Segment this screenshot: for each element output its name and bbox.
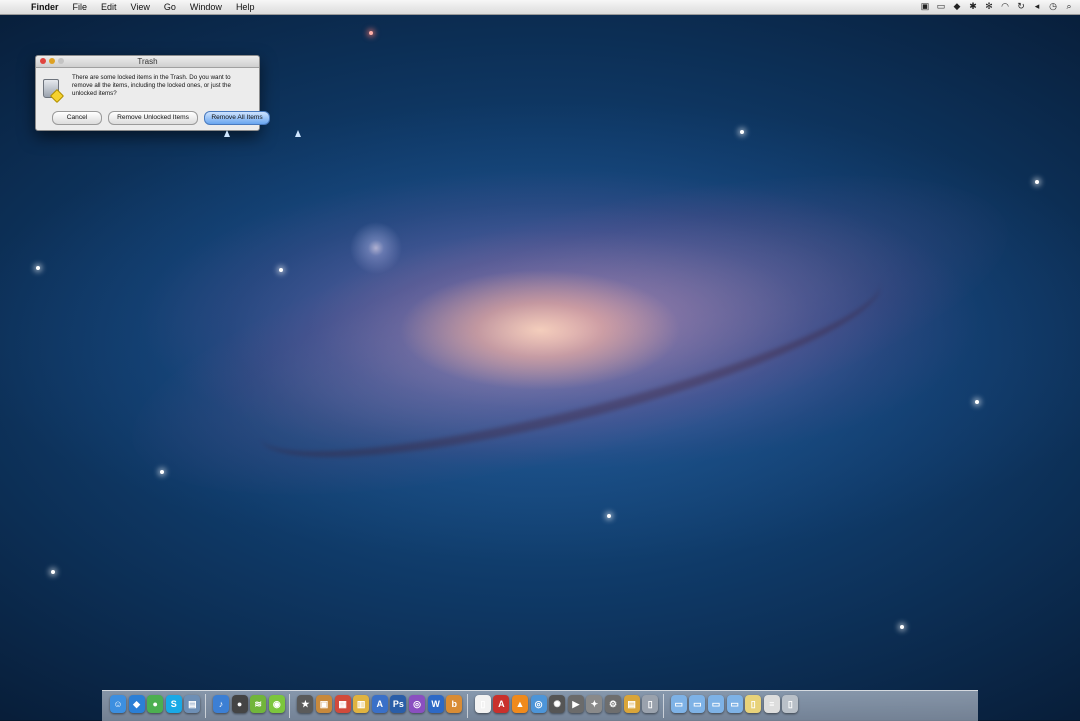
- mouse-cursor: [295, 130, 301, 137]
- pages-icon[interactable]: ▯: [474, 695, 491, 713]
- volume-icon[interactable]: ◂: [1032, 1, 1042, 11]
- vlc-icon[interactable]: ▲: [512, 695, 528, 713]
- facetime-icon[interactable]: ▶: [567, 695, 584, 713]
- menu-bar: Finder File Edit View Go Window Help ▣ ▭…: [0, 0, 1080, 15]
- window-controls: [40, 58, 64, 64]
- downloads-folder-icon[interactable]: ▭: [708, 695, 724, 713]
- dropbox-icon[interactable]: ◆: [952, 1, 962, 11]
- status-menu-area: ▣ ▭ ◆ ✱ ✻ ◠ ↻ ◂ ◷ ⌕: [920, 1, 1074, 11]
- utility-icon[interactable]: ⚙: [605, 695, 621, 713]
- spotify-icon[interactable]: ≋: [250, 695, 267, 713]
- archive-icon[interactable]: ▯: [745, 695, 762, 713]
- airplay-icon[interactable]: ▭: [936, 1, 946, 11]
- menu-window[interactable]: Window: [183, 2, 229, 12]
- dock-separator: [205, 694, 206, 718]
- minimize-button[interactable]: [49, 58, 55, 64]
- trash-icon: [43, 79, 65, 104]
- dialog-title: Trash: [137, 57, 158, 66]
- star: [36, 266, 40, 270]
- dropbox-icon[interactable]: ◆: [128, 695, 145, 713]
- documents-folder-icon[interactable]: ▭: [689, 695, 706, 713]
- word-icon[interactable]: W: [427, 695, 444, 713]
- zoom-button[interactable]: [58, 58, 64, 64]
- remove-all-items-button[interactable]: Remove All Items: [204, 111, 270, 125]
- acrobat-icon[interactable]: A: [493, 695, 510, 713]
- star: [975, 400, 979, 404]
- itunes-icon[interactable]: ♪: [213, 695, 229, 713]
- star: [900, 625, 904, 629]
- desktop-folder-icon[interactable]: ▭: [726, 695, 743, 713]
- applications-folder-icon[interactable]: ▭: [670, 695, 687, 713]
- iphoto-icon[interactable]: ▣: [316, 695, 332, 713]
- dvd-player-icon[interactable]: ✺: [549, 695, 566, 713]
- menu-go[interactable]: Go: [157, 2, 183, 12]
- automator-icon[interactable]: ✦: [586, 695, 603, 713]
- star: [369, 31, 373, 35]
- dock: ☺ ◆ ● S ▤ ♪ ● ≋ ◉ ★ ▣ ▦ ▥ A Ps ◎ Wb ▯ A ▲ ◎ ✺ ▶ ✦ ⚙ ▤ ▯ ▭ ▭ ▭ ▭ ▯ ≡ ▯: [102, 690, 978, 721]
- photo-booth-icon[interactable]: ▦: [334, 695, 351, 713]
- menu-edit[interactable]: Edit: [94, 2, 124, 12]
- safari-icon[interactable]: ◎: [530, 695, 547, 713]
- notes-icon[interactable]: ▥: [353, 695, 370, 713]
- search-icon[interactable]: ⌕: [1064, 1, 1074, 11]
- app-store-icon[interactable]: A: [371, 695, 388, 713]
- trash-dialog: Trash There are some locked items in the…: [35, 55, 270, 131]
- cancel-button[interactable]: Cancel: [52, 111, 102, 125]
- mirror-icon[interactable]: b: [446, 695, 463, 713]
- photoshop-icon[interactable]: Ps: [390, 695, 407, 713]
- mouse-cursor: [224, 130, 230, 137]
- star: [607, 514, 611, 518]
- dashboard-icon[interactable]: ◎: [409, 695, 425, 713]
- remove-unlocked-items-button[interactable]: Remove Unlocked Items: [108, 111, 198, 125]
- star: [1035, 180, 1039, 184]
- preview-icon[interactable]: ▤: [184, 695, 201, 713]
- star: [740, 130, 744, 134]
- bluetooth-icon[interactable]: ✻: [984, 1, 994, 11]
- menu-help[interactable]: Help: [229, 2, 262, 12]
- imovie-icon[interactable]: ★: [297, 695, 314, 713]
- screen-record-icon[interactable]: ▣: [920, 1, 930, 11]
- sync-icon[interactable]: ↻: [1016, 1, 1026, 11]
- dialog-message: There are some locked items in the Trash…: [72, 74, 231, 97]
- dock-separator: [466, 694, 468, 718]
- menu-app-finder[interactable]: Finder: [24, 2, 66, 12]
- settings-icon[interactable]: ✱: [968, 1, 978, 11]
- menu-file[interactable]: File: [66, 2, 95, 12]
- messages-icon[interactable]: ◉: [268, 695, 285, 713]
- star: [51, 570, 55, 574]
- chrome-icon[interactable]: ●: [147, 695, 164, 713]
- finder-icon[interactable]: ☺: [110, 695, 126, 713]
- wifi-icon[interactable]: ◠: [1000, 1, 1010, 11]
- record-icon[interactable]: ●: [231, 695, 248, 713]
- warning-badge-icon: [49, 88, 65, 104]
- skype-icon[interactable]: S: [165, 695, 182, 713]
- dialog-buttons: Cancel Remove Unlocked Items Remove All …: [52, 111, 270, 125]
- dialog-title-bar: Trash: [36, 56, 259, 68]
- dock-separator: [662, 694, 664, 718]
- star: [160, 470, 164, 474]
- menu-view[interactable]: View: [124, 2, 157, 12]
- dock-separator: [289, 694, 291, 718]
- star: [279, 268, 283, 272]
- clock-icon[interactable]: ◷: [1048, 1, 1058, 11]
- trash-full-icon[interactable]: ▯: [642, 695, 659, 713]
- zip-icon[interactable]: ▤: [623, 695, 640, 713]
- trash-icon[interactable]: ▯: [782, 695, 799, 713]
- close-button[interactable]: [40, 58, 46, 64]
- list-icon[interactable]: ≡: [763, 695, 780, 713]
